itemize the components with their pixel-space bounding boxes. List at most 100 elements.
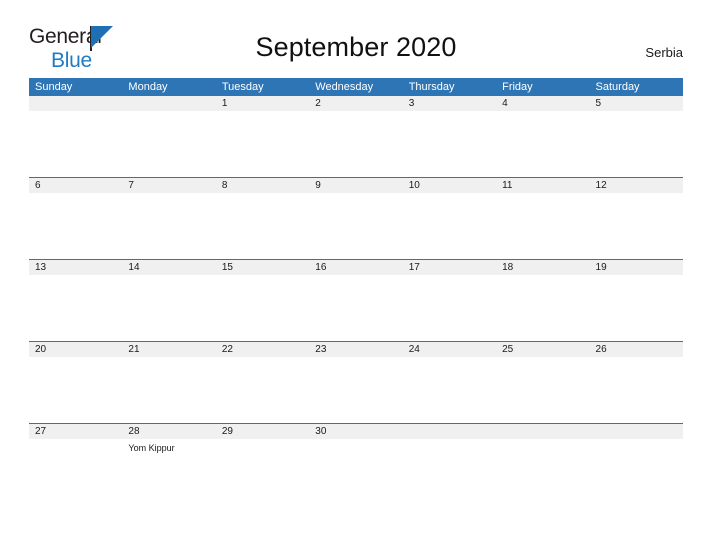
day-number: 30 xyxy=(315,426,327,437)
weekday-header-friday: Friday xyxy=(502,81,533,93)
region-label: Serbia xyxy=(645,45,683,60)
calendar-week-row: 1 2 3 4 5 xyxy=(29,96,683,177)
calendar-day-cell-empty xyxy=(29,96,123,177)
calendar-day-cell[interactable]: 2 xyxy=(309,96,403,177)
calendar-day-cell[interactable]: 15 xyxy=(215,260,310,341)
calendar-grid: Sunday Monday Tuesday Wednesday Thursday Frid… xyxy=(29,78,683,505)
day-number-strip xyxy=(589,96,683,111)
day-number: 5 xyxy=(595,98,602,109)
calendar-day-cell[interactable]: 27 xyxy=(29,424,123,505)
day-number-strip xyxy=(589,424,683,439)
day-number: 8 xyxy=(221,180,228,191)
page-header: General Blue September 2020 Serbia xyxy=(0,0,712,71)
calendar-day-cell[interactable]: 23 xyxy=(309,342,403,423)
calendar-day-cell[interactable]: 30 xyxy=(309,424,403,505)
day-number: 25 xyxy=(502,344,514,355)
day-number: 26 xyxy=(595,344,607,355)
calendar-day-cell[interactable]: 16 xyxy=(309,260,403,341)
calendar-day-cell[interactable]: 18 xyxy=(496,260,590,341)
day-number: 24 xyxy=(408,344,420,355)
calendar-day-cell[interactable]: 26 xyxy=(589,342,683,423)
calendar-day-cell-empty xyxy=(402,424,497,505)
weekday-header-wednesday: Wednesday xyxy=(315,81,374,93)
day-number: 18 xyxy=(502,262,514,273)
calendar-day-cell[interactable]: 13 xyxy=(29,260,123,341)
day-number: 6 xyxy=(35,180,41,191)
day-number: 7 xyxy=(128,180,134,191)
day-number: 4 xyxy=(502,98,508,109)
day-number: 12 xyxy=(595,180,607,191)
weekday-header-thursday: Thursday xyxy=(408,81,455,93)
calendar-week-row: 13 14 15 16 17 18 19 xyxy=(29,259,683,341)
calendar-day-cell-empty xyxy=(496,424,590,505)
weekday-header-sunday: Sunday xyxy=(35,81,73,93)
day-number-strip xyxy=(496,424,590,439)
weekday-header-monday: Monday xyxy=(128,81,168,93)
calendar-day-cell[interactable]: 24 xyxy=(402,342,497,423)
day-number: 10 xyxy=(408,180,420,191)
day-number: 16 xyxy=(315,262,327,273)
event-label: Yom Kippur xyxy=(128,443,175,453)
day-number: 14 xyxy=(128,262,140,273)
day-number: 23 xyxy=(315,344,327,355)
day-number: 17 xyxy=(408,262,420,273)
calendar-day-cell-empty xyxy=(589,424,683,505)
page-title: September 2020 xyxy=(255,32,457,62)
day-number: 9 xyxy=(315,180,321,191)
calendar-day-cell[interactable]: 22 xyxy=(215,342,310,423)
calendar-day-cell[interactable]: 25 xyxy=(496,342,590,423)
calendar-day-cell[interactable]: 21 xyxy=(122,342,216,423)
day-number-strip xyxy=(309,96,403,111)
calendar-day-cell[interactable]: 3 xyxy=(402,96,497,177)
day-number-strip xyxy=(402,96,497,111)
day-number-strip xyxy=(496,96,590,111)
day-number: 29 xyxy=(221,426,233,437)
weekday-header-tuesday: Tuesday xyxy=(221,81,264,93)
day-number-strip xyxy=(29,178,123,193)
calendar-week-row: 27 28 Yom Kippur 29 30 xyxy=(29,423,683,505)
day-number: 11 xyxy=(502,180,513,191)
day-number-strip xyxy=(122,178,216,193)
day-number: 21 xyxy=(128,344,140,355)
day-number: 27 xyxy=(35,426,47,437)
day-number: 3 xyxy=(408,98,415,109)
calendar-week-row: 20 21 22 23 24 25 26 xyxy=(29,341,683,423)
calendar-day-cell[interactable]: 9 xyxy=(309,178,403,259)
calendar-day-cell-empty xyxy=(122,96,216,177)
day-number-strip xyxy=(309,178,403,193)
day-number: 20 xyxy=(35,344,47,355)
day-number: 13 xyxy=(35,262,47,273)
day-events: Yom Kippur xyxy=(128,442,212,454)
day-number: 28 xyxy=(128,426,140,437)
calendar-day-cell[interactable]: 12 xyxy=(589,178,683,259)
weekday-header-saturday: Saturday xyxy=(595,81,640,93)
day-number: 22 xyxy=(221,344,233,355)
calendar-day-cell[interactable]: 1 xyxy=(215,96,310,177)
calendar-page: General Blue September 2020 Serbia Sunda… xyxy=(0,0,712,550)
calendar-day-cell[interactable]: 4 xyxy=(496,96,590,177)
calendar-day-cell[interactable]: 29 xyxy=(215,424,310,505)
calendar-day-cell[interactable]: 11 xyxy=(496,178,590,259)
calendar-day-cell[interactable]: 6 xyxy=(29,178,123,259)
calendar-day-cell[interactable]: 19 xyxy=(589,260,683,341)
day-number: 19 xyxy=(595,262,607,273)
calendar-week-row: 6 7 8 9 10 11 12 xyxy=(29,177,683,259)
day-number-strip xyxy=(122,96,216,111)
day-number-strip xyxy=(215,178,310,193)
calendar-weeks: 1 2 3 4 5 6 7 8 9 10 11 12 13 14 15 16 17 18 19 20 21 22 23 24 2… xyxy=(29,96,683,505)
calendar-day-cell[interactable]: 8 xyxy=(215,178,310,259)
calendar-day-cell[interactable]: 5 xyxy=(589,96,683,177)
calendar-day-cell[interactable]: 20 xyxy=(29,342,123,423)
calendar-day-cell[interactable]: 28 Yom Kippur xyxy=(122,424,216,505)
day-number-strip xyxy=(402,424,497,439)
calendar-day-cell[interactable]: 10 xyxy=(402,178,497,259)
day-number: 2 xyxy=(315,98,321,109)
weekday-header-row: Sunday Monday Tuesday Wednesday Thursday Frid… xyxy=(29,78,683,96)
day-number-strip xyxy=(29,96,123,111)
day-number: 1 xyxy=(221,98,228,109)
day-number-strip xyxy=(215,96,310,111)
day-number: 15 xyxy=(221,262,233,273)
calendar-day-cell[interactable]: 17 xyxy=(402,260,497,341)
calendar-day-cell[interactable]: 7 xyxy=(122,178,216,259)
calendar-day-cell[interactable]: 14 xyxy=(122,260,216,341)
